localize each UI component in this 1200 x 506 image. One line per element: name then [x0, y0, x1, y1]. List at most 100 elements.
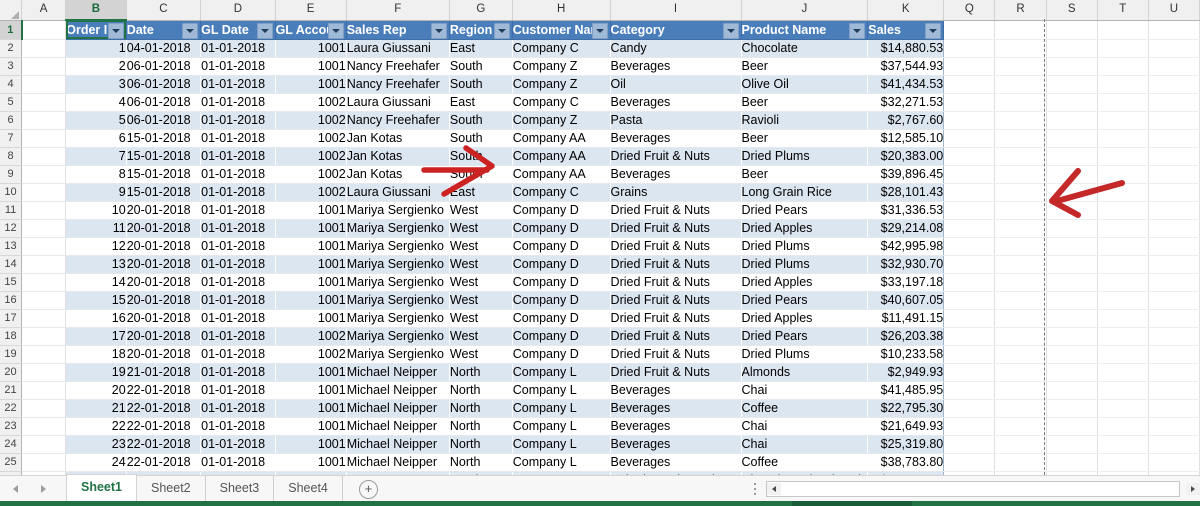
cell-i18[interactable]: Dried Fruit & Nuts	[610, 327, 742, 346]
sheet-tab-sheet1[interactable]: Sheet1	[66, 474, 137, 503]
cell-b17[interactable]: 16	[65, 309, 127, 328]
cell-b18[interactable]: 17	[65, 327, 127, 346]
column-header-J[interactable]: J	[741, 0, 869, 21]
cell-d3[interactable]: 01-01-2018	[200, 57, 276, 76]
add-sheet-button[interactable]: +	[358, 479, 378, 499]
cell-e13[interactable]: 1001	[275, 237, 347, 256]
cell-i5[interactable]: Beverages	[610, 93, 742, 112]
cell-h25[interactable]: Company L	[512, 453, 611, 472]
cell-i13[interactable]: Dried Fruit & Nuts	[610, 237, 742, 256]
cell-g22[interactable]: North	[449, 399, 513, 418]
cell-b19[interactable]: 18	[65, 345, 127, 364]
cell-i10[interactable]: Grains	[610, 183, 742, 202]
scroll-left-button[interactable]	[767, 483, 781, 495]
cell-b2[interactable]: 1	[65, 39, 127, 58]
empty-cell[interactable]	[994, 183, 1047, 202]
row-header-5[interactable]: 5	[0, 93, 23, 112]
row-header-20[interactable]: 20	[0, 363, 23, 382]
empty-cell[interactable]	[1046, 291, 1098, 310]
empty-cell[interactable]	[943, 399, 996, 418]
cell-column-a[interactable]	[21, 435, 67, 454]
empty-cell[interactable]	[1097, 165, 1149, 184]
cell-g16[interactable]: West	[449, 291, 513, 310]
cell-j25[interactable]: Coffee	[741, 453, 868, 472]
cell-e18[interactable]: 1002	[275, 327, 347, 346]
cell-c5[interactable]: 06-01-2018	[126, 93, 201, 112]
cell-c2[interactable]: 04-01-2018	[126, 39, 201, 58]
cell-f4[interactable]: Nancy Freehafer	[346, 75, 450, 94]
empty-cell[interactable]	[994, 273, 1047, 292]
row-header-23[interactable]: 23	[0, 417, 23, 436]
column-header-F[interactable]: F	[346, 0, 450, 21]
cell-e11[interactable]: 1001	[275, 201, 347, 220]
cell-h10[interactable]: Company C	[512, 183, 611, 202]
cell-e22[interactable]: 1001	[275, 399, 347, 418]
cell-g10[interactable]: East	[449, 183, 513, 202]
column-header-E[interactable]: E	[275, 0, 347, 21]
cell-j23[interactable]: Chai	[741, 417, 868, 436]
cell-e24[interactable]: 1001	[275, 435, 347, 454]
cell-c4[interactable]: 06-01-2018	[126, 75, 201, 94]
empty-cell[interactable]	[943, 183, 996, 202]
cell-d5[interactable]: 01-01-2018	[200, 93, 276, 112]
cell-e7[interactable]: 1002	[275, 129, 347, 148]
cell-j5[interactable]: Beer	[741, 93, 868, 112]
cell-h3[interactable]: Company Z	[512, 57, 611, 76]
cell-f12[interactable]: Mariya Sergienko	[346, 219, 450, 238]
cell-c6[interactable]: 06-01-2018	[126, 111, 201, 130]
cell-d21[interactable]: 01-01-2018	[200, 381, 276, 400]
cell-e14[interactable]: 1001	[275, 255, 347, 274]
cell-d4[interactable]: 01-01-2018	[200, 75, 276, 94]
cell-f7[interactable]: Jan Kotas	[346, 129, 450, 148]
row-header-14[interactable]: 14	[0, 255, 23, 274]
cell-f17[interactable]: Mariya Sergienko	[346, 309, 450, 328]
cell-A1[interactable]	[21, 20, 67, 40]
cell-h9[interactable]: Company AA	[512, 165, 611, 184]
cell-h23[interactable]: Company L	[512, 417, 611, 436]
empty-cell[interactable]	[994, 417, 1047, 436]
column-header-A[interactable]: A	[21, 0, 67, 21]
table-row[interactable]: 7 6 15-01-2018 01-01-2018 1002 Jan Kotas South…	[0, 129, 1200, 148]
previous-sheet-arrow-icon[interactable]	[10, 482, 24, 496]
cell-e8[interactable]: 1002	[275, 147, 347, 166]
empty-cell[interactable]	[1046, 237, 1098, 256]
cell-f8[interactable]: Jan Kotas	[346, 147, 450, 166]
empty-cell[interactable]	[943, 273, 996, 292]
table-header-f[interactable]: Sales Rep	[346, 20, 450, 40]
empty-cell[interactable]	[1148, 93, 1200, 112]
cell-b6[interactable]: 5	[65, 111, 127, 130]
cell-f16[interactable]: Mariya Sergienko	[346, 291, 450, 310]
empty-cell[interactable]	[994, 39, 1047, 58]
empty-cell[interactable]	[994, 237, 1047, 256]
cell-column-a[interactable]	[21, 345, 67, 364]
cell-k23[interactable]: $21,649.93	[867, 417, 945, 436]
cell-g8[interactable]: South	[449, 147, 513, 166]
cell-column-a[interactable]	[21, 273, 67, 292]
empty-cell[interactable]	[943, 57, 996, 76]
cell-k25[interactable]: $38,783.80	[867, 453, 945, 472]
cell-f14[interactable]: Mariya Sergienko	[346, 255, 450, 274]
cell-h19[interactable]: Company D	[512, 345, 611, 364]
empty-cell[interactable]	[943, 93, 996, 112]
empty-cell[interactable]	[1148, 237, 1200, 256]
empty-cell[interactable]	[1148, 111, 1200, 130]
empty-cell[interactable]	[1046, 147, 1098, 166]
cell-b12[interactable]: 11	[65, 219, 127, 238]
cell-e16[interactable]: 1001	[275, 291, 347, 310]
filter-dropdown-icon[interactable]	[327, 22, 344, 38]
empty-cell[interactable]	[1046, 111, 1098, 130]
cell-j4[interactable]: Olive Oil	[741, 75, 868, 94]
cell-f11[interactable]: Mariya Sergienko	[346, 201, 450, 220]
empty-cell[interactable]	[1046, 399, 1098, 418]
table-row[interactable]: 10 9 15-01-2018 01-01-2018 1002 Laura Giussan…	[0, 183, 1200, 202]
cell-f19[interactable]: Mariya Sergienko	[346, 345, 450, 364]
sheet-tab-sheet3[interactable]: Sheet3	[206, 476, 275, 502]
cell-b10[interactable]: 9	[65, 183, 127, 202]
empty-cell[interactable]	[994, 111, 1047, 130]
cell-f22[interactable]: Michael Neipper	[346, 399, 450, 418]
empty-cell[interactable]	[1148, 435, 1200, 454]
cell-c20[interactable]: 21-01-2018	[126, 363, 201, 382]
cell-d10[interactable]: 01-01-2018	[200, 183, 276, 202]
empty-cell[interactable]	[1148, 57, 1200, 76]
cell-f10[interactable]: Laura Giussani	[346, 183, 450, 202]
